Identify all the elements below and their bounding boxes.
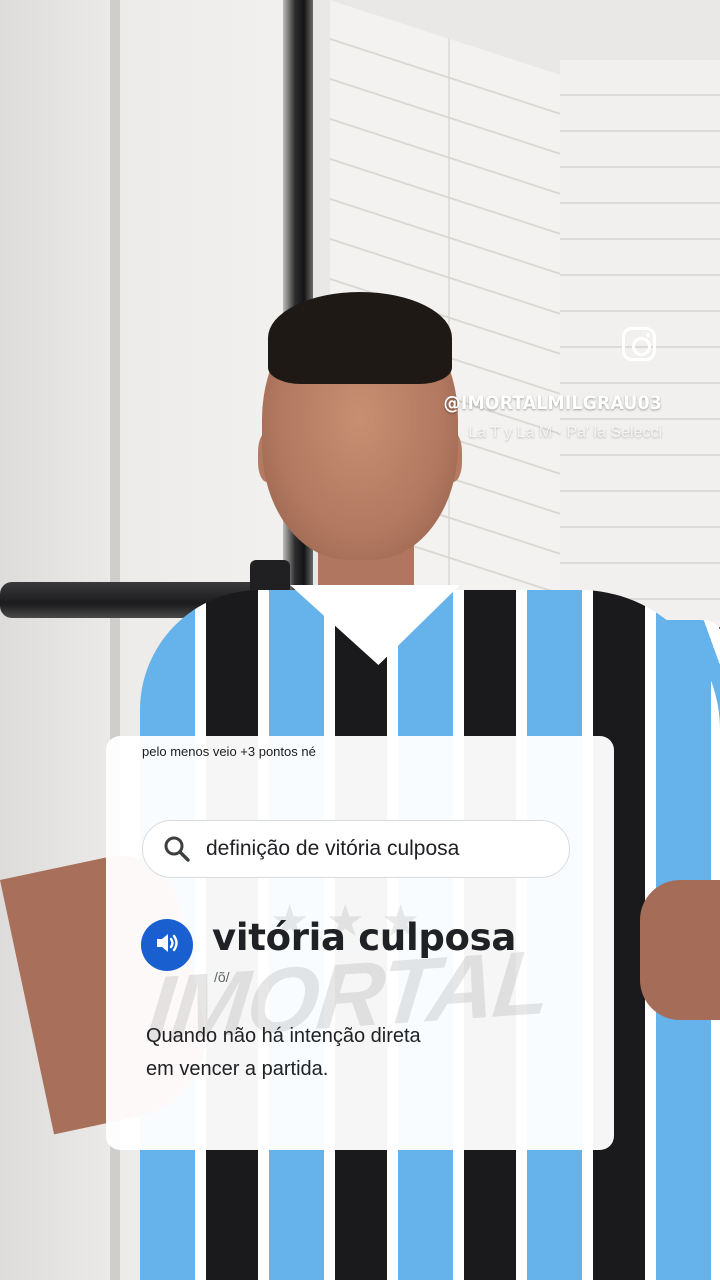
definition-line: em vencer a partida. <box>146 1058 329 1080</box>
definition-card: pelo menos veio +3 pontos né definição d… <box>106 736 614 1150</box>
music-label[interactable]: La T y La M · Pa' la Selecci <box>468 424 662 442</box>
person-hair <box>268 292 452 384</box>
instagram-handle[interactable]: @IMORTALMILGRAU03 <box>444 392 662 414</box>
person-arm-right <box>640 880 720 1020</box>
search-icon <box>163 835 191 863</box>
search-input[interactable]: definição de vitória culposa <box>142 820 570 878</box>
search-query: definição de vitória culposa <box>206 837 460 860</box>
speaker-button[interactable] <box>141 919 193 971</box>
caption-text: pelo menos veio +3 pontos né <box>142 744 316 759</box>
term-heading: vitória culposa <box>212 916 517 959</box>
phonetic-text: /õ/ <box>214 969 230 985</box>
instagram-icon[interactable] <box>622 327 656 361</box>
speaker-icon <box>153 929 181 962</box>
definition-line: Quando não há intenção direta <box>146 1025 421 1047</box>
definition-text: Quando não há intenção direta em vencer … <box>146 1020 486 1086</box>
